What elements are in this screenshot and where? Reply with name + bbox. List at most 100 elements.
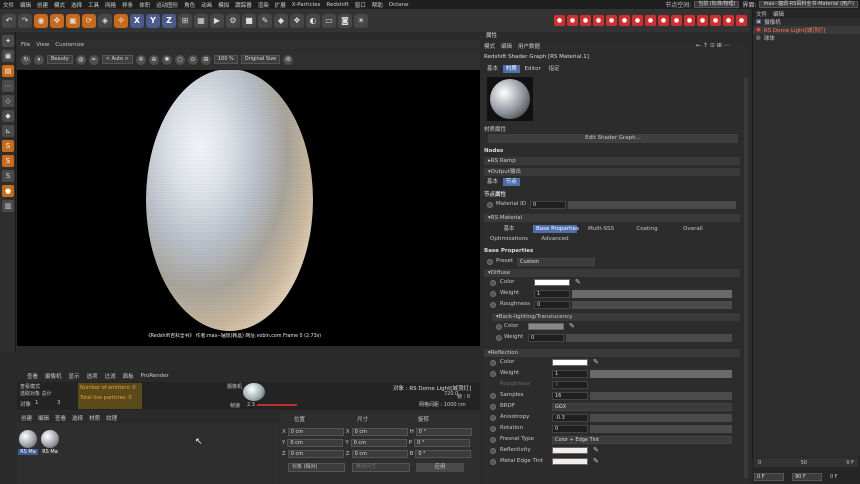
eyedropper-icon[interactable]: ✎ <box>575 278 581 286</box>
cloner-icon[interactable]: ❖ <box>290 13 304 28</box>
undo-icon[interactable]: ↶ <box>2 13 16 28</box>
vp-settings-icon[interactable]: ⚙ <box>283 54 294 65</box>
refresh-icon[interactable]: ↻ <box>21 54 31 65</box>
workplane-icon[interactable]: S <box>2 170 14 182</box>
tab-panel[interactable]: 面板 <box>123 372 134 380</box>
render-settings-icon[interactable]: ⚙ <box>226 13 240 28</box>
rs-tag-icon[interactable]: ● <box>736 15 747 26</box>
object-row-selected[interactable]: ● RS Dome Light[城顶灯] <box>753 26 860 34</box>
samples-field[interactable]: 16 <box>552 392 588 400</box>
menu-item-select[interactable]: 选择 <box>68 1 85 9</box>
brdf-select[interactable]: GGX <box>552 403 732 411</box>
menu-item-file[interactable]: 文件 <box>0 1 17 9</box>
tab-camera[interactable]: 摄像机 <box>45 372 62 380</box>
menu-item-xparticles[interactable]: X-Particles <box>289 2 324 8</box>
menu-item-mograph[interactable]: 运动图形 <box>153 1 181 9</box>
diffuse-weight-field[interactable]: 1 <box>534 290 570 298</box>
reflection-section[interactable]: ▾Reflection <box>484 349 740 357</box>
animate-dot-icon[interactable] <box>490 393 496 399</box>
tab-editor[interactable]: Editor <box>522 65 544 73</box>
start-frame-field[interactable]: 0 F <box>754 472 784 481</box>
menu-item-simulate[interactable]: 模拟 <box>215 1 232 9</box>
preset-select[interactable]: Custom <box>517 258 595 266</box>
rotate-icon[interactable]: ⟳ <box>82 13 96 28</box>
texture-mode-icon[interactable]: ▤ <box>2 65 14 77</box>
rotation-slider[interactable] <box>590 425 732 433</box>
refl-weight-slider[interactable] <box>590 370 732 378</box>
eyedropper-icon[interactable]: ✎ <box>593 358 599 366</box>
timeline-ruler[interactable]: 0 50 0 F <box>754 458 858 467</box>
scale-icon[interactable]: ▣ <box>66 13 80 28</box>
light-icon[interactable]: ☀ <box>354 13 368 28</box>
anisotropy-slider[interactable] <box>590 414 732 422</box>
menu-item-tracker[interactable]: 跟踪器 <box>232 1 255 9</box>
animate-dot-icon[interactable] <box>496 324 502 330</box>
floor-icon[interactable]: ▭ <box>322 13 336 28</box>
material-swatch[interactable]: RS Ma <box>40 429 60 455</box>
menu-item-animate[interactable]: 动画 <box>198 1 215 9</box>
move-icon[interactable]: ✥ <box>50 13 64 28</box>
reflectivity-swatch[interactable] <box>552 447 588 454</box>
animate-dot-icon[interactable] <box>490 371 496 377</box>
obj-menu-edit[interactable]: 编辑 <box>773 10 784 18</box>
sphere-preview-icon[interactable]: ○ <box>174 54 185 65</box>
viewport-menu-file[interactable]: File <box>21 42 30 48</box>
snap-settings-icon[interactable]: S <box>2 155 14 167</box>
menu-item-mesh[interactable]: 网格 <box>102 1 119 9</box>
cube-icon[interactable]: ■ <box>242 13 256 28</box>
material-id-slider[interactable] <box>568 201 736 209</box>
refl-color-swatch[interactable] <box>552 359 588 366</box>
rs-render-icon[interactable]: ● <box>554 15 565 26</box>
tab-display[interactable]: 显示 <box>69 372 80 380</box>
mat-menu-material[interactable]: 材质 <box>89 414 100 422</box>
rs-aov-icon[interactable]: ● <box>723 15 734 26</box>
menu-item-window[interactable]: 窗口 <box>352 1 369 9</box>
size-mode-select[interactable]: 绝对尺寸 <box>352 463 410 472</box>
material-id-field[interactable]: 0 <box>530 201 566 209</box>
animate-dot-icon[interactable] <box>490 415 496 421</box>
pos-z-field[interactable]: 0 cm <box>287 449 344 458</box>
rs-camera-icon[interactable]: ● <box>632 15 643 26</box>
display-size-select[interactable]: Original Size <box>240 55 281 64</box>
animate-dot-icon[interactable] <box>490 302 496 308</box>
backlight-section[interactable]: ▾Back-lighting/Translucency <box>492 313 740 321</box>
tab-optimizations[interactable]: Optimizations <box>487 235 531 243</box>
eyedropper-icon[interactable]: ✎ <box>593 446 599 454</box>
size-z-field[interactable]: 0 cm <box>351 449 408 458</box>
size-y-field[interactable]: 0 cm <box>350 438 407 447</box>
rs-material-icon[interactable]: ● <box>671 15 682 26</box>
refl-roughness-field[interactable]: 0 <box>552 381 588 389</box>
attr-menu-edit[interactable]: 编辑 <box>501 42 512 50</box>
menu-item-redshift[interactable]: Redshift <box>323 2 351 8</box>
polygons-mode-icon[interactable]: ◆ <box>2 110 14 122</box>
stop-icon[interactable]: ◍ <box>75 54 86 65</box>
pos-x-field[interactable]: 0 cm <box>287 427 344 436</box>
axis-mode-icon[interactable]: ⊾ <box>2 125 14 137</box>
tab-output-node[interactable]: 节点 <box>502 178 520 186</box>
eyedropper-icon[interactable]: ✎ <box>569 322 575 330</box>
rs-volume-icon[interactable]: ● <box>658 15 669 26</box>
diffuse-roughness-field[interactable]: 0 <box>534 301 570 309</box>
axis-icon[interactable]: ✛ <box>114 13 128 28</box>
diffuse-weight-slider[interactable] <box>572 290 732 298</box>
viewport-menu-view[interactable]: View <box>36 42 49 48</box>
grid-icon[interactable]: ⊞ <box>200 54 211 65</box>
rs-ramp-section[interactable]: ▸RS Ramp <box>484 157 740 165</box>
menu-item-render[interactable]: 渲染 <box>255 1 272 9</box>
refl-weight-field[interactable]: 1 <box>552 370 588 378</box>
region-icon[interactable]: ⊕ <box>148 54 159 65</box>
render-picture-viewer-icon[interactable]: ▶ <box>210 13 224 28</box>
diffuse-roughness-slider[interactable] <box>572 301 732 309</box>
menu-item-mode[interactable]: 模式 <box>51 1 68 9</box>
tab-view[interactable]: 查看 <box>27 372 38 380</box>
rs-dome-icon[interactable]: ● <box>593 15 604 26</box>
animate-dot-icon[interactable] <box>490 404 496 410</box>
attr-menu-userdata[interactable]: 用户数据 <box>518 42 540 50</box>
recent-tools-icon[interactable]: ◈ <box>98 13 112 28</box>
animate-dot-icon[interactable] <box>496 335 502 341</box>
quantize-icon[interactable]: ● <box>2 185 14 197</box>
menu-item-volume[interactable]: 体积 <box>136 1 153 9</box>
menu-item-help[interactable]: 帮助 <box>369 1 386 9</box>
tab-coating[interactable]: Coating <box>625 225 669 233</box>
spline-pen-icon[interactable]: ✎ <box>258 13 272 28</box>
